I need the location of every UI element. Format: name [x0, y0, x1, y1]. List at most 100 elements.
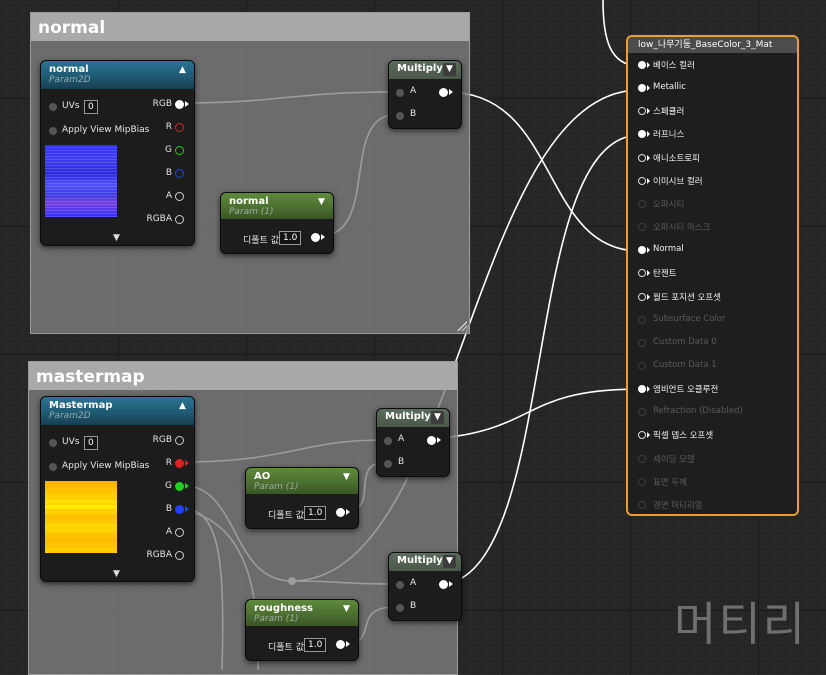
node-title: normal: [229, 196, 269, 207]
material-input-pin[interactable]: [638, 408, 646, 417]
material-input-pin[interactable]: [638, 130, 646, 139]
material-input-pin[interactable]: [638, 61, 646, 69]
chevron-down-icon[interactable]: ▼: [315, 196, 328, 209]
arrow-icon: [647, 270, 650, 277]
multiply-node[interactable]: Multiply ▼ A B: [388, 552, 462, 621]
node-header[interactable]: Multiply ▼: [389, 553, 461, 571]
output-pin[interactable]: [336, 640, 345, 649]
material-input-pin[interactable]: [638, 176, 646, 185]
node-title: normal: [49, 64, 89, 75]
input-a-pin[interactable]: [384, 437, 392, 445]
chevron-down-icon[interactable]: ▼: [113, 233, 120, 243]
node-header[interactable]: Multiply ▼: [389, 61, 461, 79]
output-r-pin[interactable]: [175, 123, 184, 132]
material-input-label: 오파시티 마스크: [653, 223, 711, 234]
default-value-field[interactable]: 1.0: [304, 638, 327, 652]
input-b-pin[interactable]: [384, 460, 392, 468]
material-input-pin[interactable]: [638, 431, 646, 440]
material-input-pin[interactable]: [638, 454, 646, 463]
chevron-down-icon[interactable]: ▼: [113, 569, 120, 579]
default-value-field[interactable]: 1.0: [304, 506, 327, 520]
material-input-pin[interactable]: [638, 84, 646, 93]
multiply-node[interactable]: Multiply ▼ A B: [376, 408, 450, 477]
uvs-pin[interactable]: [49, 439, 57, 447]
texture-preview: [45, 145, 117, 217]
scalar-param-normal-node[interactable]: normal Param (1) ▼ 디폴트 값 1.0: [220, 192, 334, 254]
node-header[interactable]: normal Param (1) ▼: [221, 193, 333, 219]
texture-sample-mastermap-node[interactable]: Mastermap Param2D ▲ UVs 0 Apply View Mip…: [40, 396, 195, 582]
arrow-icon: [185, 460, 189, 466]
input-b-pin[interactable]: [396, 112, 404, 120]
material-input-label: 앰비언트 오클루전: [653, 385, 719, 396]
arrow-icon: [647, 62, 650, 68]
output-pin[interactable]: [427, 436, 436, 445]
material-result-node[interactable]: low_나무기둥_BaseColor_3_Mat 베이스 컬러 Metallic 스…: [626, 35, 799, 516]
output-g-pin[interactable]: [175, 146, 184, 155]
mipbias-pin[interactable]: [49, 463, 57, 471]
comment-title[interactable]: mastermap: [29, 362, 457, 390]
output-pin[interactable]: [336, 508, 345, 517]
material-title[interactable]: low_나무기둥_BaseColor_3_Mat: [628, 37, 797, 53]
multiply-node[interactable]: Multiply ▼ A B: [388, 60, 462, 129]
output-a-pin[interactable]: [175, 528, 184, 537]
uvs-value[interactable]: 0: [84, 436, 98, 450]
default-value-field[interactable]: 1.0: [279, 231, 302, 245]
node-title: roughness: [254, 603, 314, 614]
chevron-down-icon[interactable]: ▼: [443, 555, 456, 568]
material-input-label: Normal: [653, 244, 684, 255]
material-input-pin[interactable]: [638, 153, 646, 162]
material-input-pin[interactable]: [638, 223, 646, 232]
input-b-pin[interactable]: [396, 604, 404, 612]
output-b-pin[interactable]: [175, 505, 184, 514]
material-input-pin[interactable]: [638, 477, 646, 486]
output-pin[interactable]: [439, 580, 448, 589]
output-rgba-label: RGBA: [146, 214, 172, 224]
output-a-pin[interactable]: [175, 192, 184, 201]
chevron-down-icon[interactable]: ▼: [443, 63, 456, 76]
node-header[interactable]: normal Param2D ▲: [41, 61, 194, 89]
input-a-pin[interactable]: [396, 581, 404, 589]
uvs-pin[interactable]: [49, 103, 57, 111]
output-r-pin[interactable]: [175, 459, 184, 468]
resize-handle-icon[interactable]: [457, 321, 467, 331]
material-input-pin[interactable]: [638, 338, 646, 347]
arrow-icon: [647, 247, 650, 254]
output-b-label: B: [165, 168, 172, 178]
uvs-value[interactable]: 0: [84, 100, 98, 114]
material-input-pin[interactable]: [638, 107, 646, 116]
node-header[interactable]: Mastermap Param2D ▲: [41, 397, 194, 425]
output-pin[interactable]: [439, 88, 448, 97]
material-input-pin[interactable]: [638, 500, 646, 509]
chevron-down-icon[interactable]: ▼: [340, 603, 353, 616]
input-b-label: B: [398, 457, 405, 467]
material-input-label: 애니소트로피: [653, 153, 700, 164]
chevron-down-icon[interactable]: ▼: [431, 411, 444, 424]
texture-sample-normal-node[interactable]: normal Param2D ▲ UVs 0 Apply View MipBia…: [40, 60, 195, 246]
output-rgb-pin[interactable]: [175, 436, 184, 445]
node-header[interactable]: roughness Param (1) ▼: [246, 600, 358, 626]
chevron-down-icon[interactable]: ▼: [340, 471, 353, 484]
scalar-param-roughness-node[interactable]: roughness Param (1) ▼ 디폴트 값 1.0: [245, 599, 359, 661]
comment-title[interactable]: normal: [31, 13, 469, 41]
output-pin[interactable]: [311, 233, 320, 242]
material-input-pin[interactable]: [638, 361, 646, 370]
output-rgba-pin[interactable]: [175, 551, 184, 560]
node-header[interactable]: AO Param (1) ▼: [246, 468, 358, 494]
output-rgba-pin[interactable]: [175, 215, 184, 224]
node-header[interactable]: Multiply ▼: [377, 409, 449, 427]
output-b-pin[interactable]: [175, 169, 184, 178]
output-g-pin[interactable]: [175, 482, 184, 491]
material-input-pin[interactable]: [638, 385, 646, 394]
scalar-param-ao-node[interactable]: AO Param (1) ▼ 디폴트 값 1.0: [245, 467, 359, 529]
material-input-pin[interactable]: [638, 246, 646, 255]
material-input-pin[interactable]: [638, 269, 646, 278]
material-input-pin[interactable]: [638, 199, 646, 208]
mipbias-pin[interactable]: [49, 127, 57, 135]
chevron-up-icon[interactable]: ▲: [176, 400, 189, 413]
material-input-pin[interactable]: [638, 292, 646, 301]
material-input-pin[interactable]: [638, 315, 646, 324]
input-a-pin[interactable]: [396, 89, 404, 97]
chevron-up-icon[interactable]: ▲: [176, 64, 189, 77]
output-rgb-pin[interactable]: [175, 100, 184, 109]
node-subtitle: Param (1): [229, 207, 274, 217]
